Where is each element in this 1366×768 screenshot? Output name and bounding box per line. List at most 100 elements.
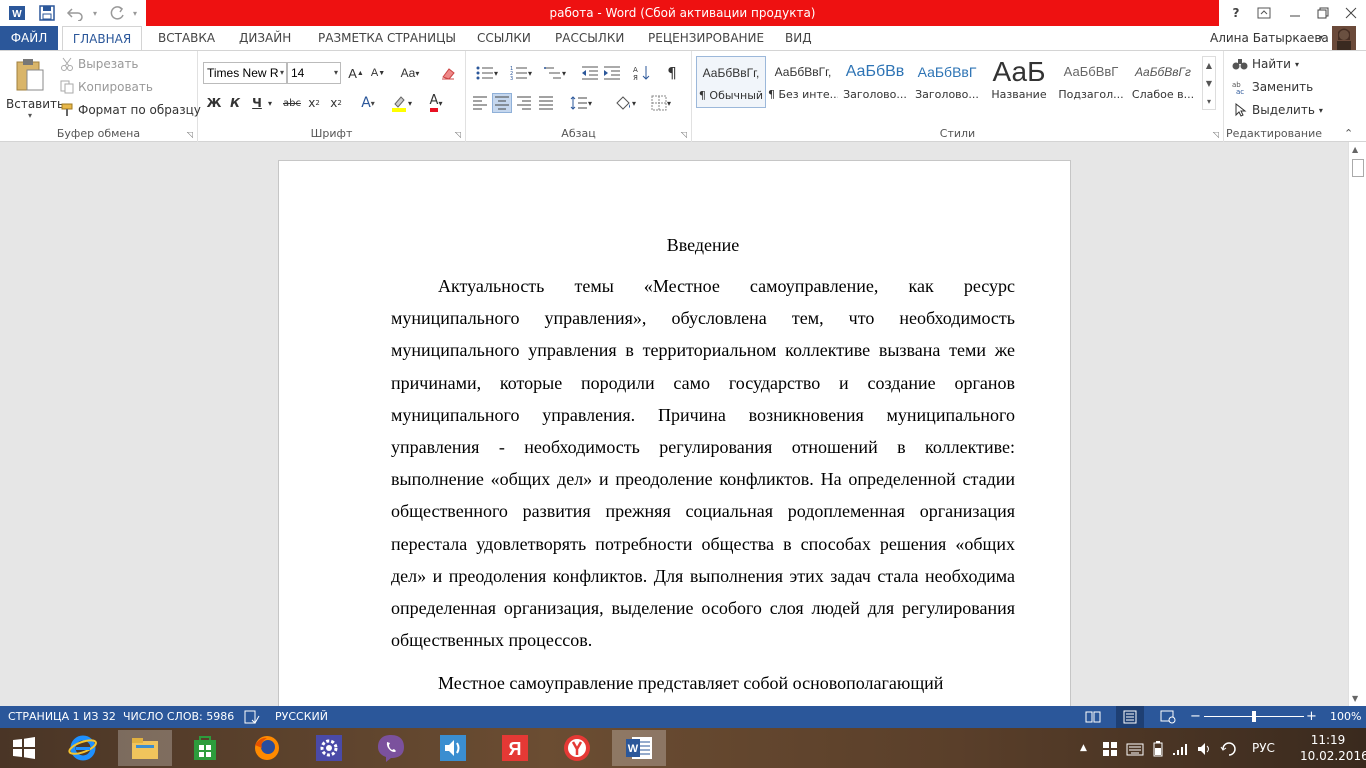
tab-insert[interactable]: ВСТАВКА [152, 26, 221, 50]
decrease-indent-icon[interactable] [580, 63, 600, 83]
zoom-in-button[interactable]: + [1306, 706, 1317, 728]
numbering-button[interactable]: 1 2 3 ▾ [506, 63, 536, 83]
font-launcher-icon[interactable]: ◹ [455, 130, 461, 139]
align-right-icon[interactable] [514, 93, 534, 113]
word-count[interactable]: ЧИСЛО СЛОВ: 5986 [123, 706, 234, 728]
text-effects-button[interactable]: A ▾ [358, 93, 378, 113]
restore-button[interactable] [1308, 0, 1338, 26]
paragraph-launcher-icon[interactable]: ◹ [681, 130, 687, 139]
proofing-icon[interactable] [244, 706, 260, 728]
page-count[interactable]: СТРАНИЦА 1 ИЗ 32 [8, 706, 116, 728]
yandex-browser-icon[interactable] [550, 730, 604, 766]
line-spacing-button[interactable]: ▾ [566, 93, 596, 113]
style-title[interactable]: АаБ Название [984, 56, 1054, 108]
format-painter-button[interactable]: Формат по образцу [60, 103, 201, 117]
tab-home[interactable]: ГЛАВНАЯ [62, 26, 142, 51]
styles-scroll[interactable]: ▲ ▼ ▾ [1202, 56, 1216, 110]
show-hidden-icons[interactable]: ▲ [1080, 728, 1087, 768]
keyboard-language[interactable]: РУС [1252, 728, 1275, 768]
file-explorer-icon[interactable] [118, 730, 172, 766]
align-left-icon[interactable] [470, 93, 490, 113]
tab-references[interactable]: ССЫЛКИ [471, 26, 537, 50]
copy-button[interactable]: Копировать [60, 80, 153, 94]
minimize-button[interactable] [1280, 0, 1310, 26]
tab-view[interactable]: ВИД [779, 26, 818, 50]
styles-launcher-icon[interactable]: ◹ [1213, 130, 1219, 139]
strikethrough-button[interactable]: abc [280, 93, 304, 113]
tab-mailings[interactable]: РАССЫЛКИ [549, 26, 630, 50]
keyboard-icon[interactable] [1126, 728, 1144, 768]
bullets-button[interactable]: ▾ [472, 63, 502, 83]
change-case-button[interactable]: Aa ▾ [396, 63, 424, 83]
viber-icon[interactable] [364, 730, 418, 766]
save-icon[interactable] [36, 3, 58, 23]
bold-button[interactable]: Ж [204, 93, 224, 113]
select-button[interactable]: Выделить ▾ [1232, 103, 1323, 117]
style-subtle-emphasis[interactable]: АаБбВвГг Слабое в... [1128, 56, 1198, 108]
shading-button[interactable]: ▾ [610, 93, 640, 113]
style-no-spacing[interactable]: АаБбВвГг, ¶ Без инте... [768, 56, 838, 108]
scroll-thumb[interactable] [1352, 159, 1364, 177]
font-size-combo[interactable]: 14 ▾ [287, 62, 341, 84]
increase-indent-icon[interactable] [602, 63, 622, 83]
undo-dropdown-icon[interactable]: ▾ [90, 3, 100, 23]
styles-more-icon[interactable]: ▾ [1203, 93, 1215, 111]
document-page[interactable]: Введение Актуальность темы «Местное само… [278, 160, 1071, 706]
tab-design[interactable]: ДИЗАЙН [233, 26, 297, 50]
style-heading-2[interactable]: АаБбВвГ Заголово... [912, 56, 982, 108]
styles-scroll-down-icon[interactable]: ▼ [1203, 75, 1215, 93]
scroll-down-icon[interactable]: ▼ [1352, 694, 1358, 703]
redo-icon[interactable] [106, 3, 128, 23]
clipboard-launcher-icon[interactable]: ◹ [187, 130, 193, 139]
grow-font-button[interactable]: A ▲ [346, 63, 366, 83]
align-center-icon[interactable] [492, 93, 512, 113]
italic-button[interactable]: К [225, 93, 245, 113]
network-icon[interactable] [1172, 728, 1190, 768]
clear-formatting-icon[interactable] [438, 63, 458, 83]
borders-button[interactable]: ▾ [646, 93, 676, 113]
word-app-icon[interactable]: W [6, 3, 28, 23]
input-method-icon[interactable] [1220, 728, 1238, 768]
web-layout-icon[interactable] [1160, 706, 1176, 728]
settings-icon[interactable] [302, 730, 356, 766]
paste-button[interactable]: Вставить ▾ [6, 57, 64, 123]
style-normal[interactable]: АаБбВвГг, ¶ Обычный [696, 56, 766, 108]
font-color-button[interactable]: A ▾ [423, 93, 449, 113]
firefox-icon[interactable] [240, 730, 294, 766]
internet-explorer-icon[interactable] [56, 730, 110, 766]
scroll-up-icon[interactable]: ▲ [1352, 145, 1358, 154]
font-name-combo[interactable]: Times New R ▾ [203, 62, 287, 84]
undo-icon[interactable] [64, 3, 88, 23]
tab-review[interactable]: РЕЦЕНЗИРОВАНИЕ [642, 26, 770, 50]
subscript-button[interactable]: x2 [304, 93, 324, 113]
battery-icon[interactable] [1150, 728, 1166, 768]
read-mode-icon[interactable] [1085, 706, 1101, 728]
tab-file[interactable]: ФАЙЛ [0, 26, 58, 50]
action-center-icon[interactable] [1102, 728, 1118, 768]
cut-button[interactable]: Вырезать [60, 57, 139, 71]
find-button[interactable]: Найти ▾ [1232, 57, 1299, 71]
styles-scroll-up-icon[interactable]: ▲ [1203, 57, 1215, 75]
word-taskbar-icon[interactable]: W [612, 730, 666, 766]
style-subtitle[interactable]: АаБбВвГ Подзагол... [1056, 56, 1126, 108]
justify-icon[interactable] [536, 93, 556, 113]
style-heading-1[interactable]: АаБбВв Заголово... [840, 56, 910, 108]
zoom-slider-thumb[interactable] [1252, 711, 1256, 722]
vertical-scrollbar[interactable]: ▲ ▼ [1348, 142, 1366, 706]
underline-dropdown-icon[interactable]: ▾ [265, 93, 275, 113]
user-dropdown-icon[interactable]: ▾ [1313, 26, 1329, 50]
superscript-button[interactable]: x2 [326, 93, 346, 113]
collapse-ribbon-icon[interactable]: ⌃ [1344, 127, 1353, 140]
avatar[interactable] [1332, 26, 1356, 50]
customize-qat-icon[interactable]: ▾ [130, 3, 140, 23]
windows-start-icon[interactable] [0, 730, 48, 766]
tab-page-layout[interactable]: РАЗМЕТКА СТРАНИЦЫ [312, 26, 462, 50]
replace-button[interactable]: ab ac Заменить [1232, 80, 1313, 94]
multilevel-list-button[interactable]: ▾ [540, 63, 570, 83]
show-formatting-marks-button[interactable]: ¶ [662, 63, 682, 83]
zoom-level[interactable]: 100% [1330, 706, 1361, 728]
help-button[interactable]: ? [1222, 0, 1250, 26]
language-indicator[interactable]: РУССКИЙ [275, 706, 328, 728]
sort-icon[interactable]: АЯ [632, 63, 652, 83]
document-body[interactable]: Введение Актуальность темы «Местное само… [391, 231, 1015, 706]
